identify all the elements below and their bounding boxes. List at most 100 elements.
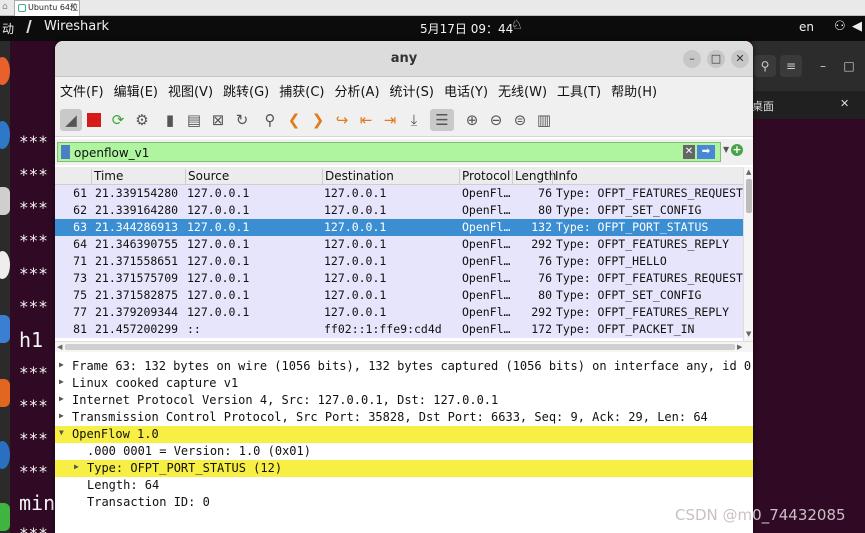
packet-row[interactable]: 75 21.371582875 127.0.0.1 127.0.0.1 OpenFl… 8…: [55, 287, 743, 304]
detail-row-ipv4[interactable]: ▶ Internet Protocol Version 4, Src: 127.…: [55, 392, 753, 409]
detail-row-xid[interactable]: Transaction ID: 0: [55, 494, 753, 511]
volume-icon[interactable]: ◀: [852, 19, 862, 34]
clock[interactable]: 5月17日 09：44: [420, 20, 513, 37]
detail-row-length[interactable]: Length: 64: [55, 477, 753, 494]
close-file-icon[interactable]: ⊠: [208, 109, 228, 131]
col-header-source[interactable]: Source: [185, 169, 322, 185]
expand-icon[interactable]: ▶: [74, 462, 79, 471]
col-header-no[interactable]: [55, 169, 91, 185]
expand-icon[interactable]: ▶: [59, 360, 64, 369]
capture-options-icon[interactable]: ⚙: [132, 109, 152, 131]
activities-button[interactable]: 动: [2, 20, 14, 37]
expand-icon[interactable]: ▶: [59, 411, 64, 420]
software-icon[interactable]: [0, 379, 10, 407]
scrollbar-thumb[interactable]: [746, 179, 752, 213]
scroll-up-icon[interactable]: ▲: [746, 168, 751, 176]
autoscroll-icon[interactable]: ⤓: [404, 109, 424, 131]
app-menu[interactable]: Wireshark: [26, 19, 109, 34]
minimize-button[interactable]: –: [683, 50, 701, 68]
thunderbird-icon[interactable]: [0, 121, 10, 149]
menu-capture[interactable]: 捕获(C): [279, 81, 324, 100]
detail-row-openflow[interactable]: ▼ OpenFlow 1.0: [55, 426, 753, 443]
packet-row[interactable]: 81 21.457200299:: ff02::1:ffe9:cd4d OpenFl……: [55, 321, 743, 338]
packet-row[interactable]: 62 21.339164280 127.0.0.1 127.0.0.1 OpenFl… 8…: [55, 202, 743, 219]
add-filter-button-icon[interactable]: +: [731, 144, 743, 156]
go-to-packet-icon[interactable]: ↪: [332, 109, 352, 131]
menu-icon[interactable]: ≡: [780, 55, 802, 77]
packet-list-vertical-scrollbar[interactable]: ▲ ▼: [743, 167, 753, 341]
menu-file[interactable]: 文件(F): [60, 81, 104, 100]
expand-icon[interactable]: ▶: [59, 377, 64, 386]
first-packet-icon[interactable]: ⇤: [356, 109, 376, 131]
restart-capture-icon[interactable]: ⟳: [108, 109, 128, 131]
scroll-right-icon[interactable]: ▶: [737, 343, 742, 351]
search-icon[interactable]: ⚲: [754, 55, 776, 77]
menu-view[interactable]: 视图(V): [168, 81, 213, 100]
menu-help[interactable]: 帮助(H): [611, 81, 657, 100]
alarm-icon[interactable]: ♘: [511, 18, 523, 33]
display-filter-input[interactable]: [74, 145, 674, 161]
expand-icon[interactable]: ▶: [59, 394, 64, 403]
detail-row-version[interactable]: .000 0001 = Version: 1.0 (0x01): [55, 443, 753, 460]
stop-capture-icon[interactable]: [84, 109, 104, 131]
packet-row[interactable]: 63 21.344286913 127.0.0.1 127.0.0.1 OpenFl… 1…: [55, 219, 743, 236]
scroll-down-icon[interactable]: ▼: [746, 330, 751, 338]
apply-filter-icon[interactable]: ➡: [697, 145, 715, 159]
rhythmbox-icon[interactable]: [0, 251, 10, 279]
menu-tools[interactable]: 工具(T): [557, 81, 601, 100]
menu-wireless[interactable]: 无线(W): [498, 81, 547, 100]
vm-tab-close-icon[interactable]: X: [70, 1, 76, 15]
display-filter-field[interactable]: ✕ ➡: [57, 142, 721, 162]
col-header-time[interactable]: Time: [91, 169, 185, 185]
reload-file-icon[interactable]: ↻: [232, 109, 252, 131]
col-header-info[interactable]: Info: [552, 169, 743, 185]
open-file-icon[interactable]: ▮: [160, 109, 180, 131]
maximize-icon[interactable]: □: [838, 55, 860, 77]
tab-scroll-icon[interactable]: ⌂: [2, 0, 8, 14]
firefox-icon[interactable]: [0, 57, 10, 85]
detail-row-frame[interactable]: ▶ Frame 63: 132 bytes on wire (1056 bits…: [55, 358, 753, 375]
go-forward-icon[interactable]: ❯: [308, 109, 328, 131]
packet-row[interactable]: 71 21.371558651 127.0.0.1 127.0.0.1 OpenFl… 7…: [55, 253, 743, 270]
filter-history-dropdown-icon[interactable]: ▼: [723, 145, 729, 154]
col-header-length[interactable]: Length: [512, 169, 556, 185]
menu-statistics[interactable]: 统计(S): [390, 81, 434, 100]
find-packet-icon[interactable]: ⚲: [260, 109, 280, 131]
menu-edit[interactable]: 编辑(E): [114, 81, 158, 100]
background-tab-close-icon[interactable]: ✕: [840, 97, 849, 110]
start-capture-icon[interactable]: ◢: [60, 109, 82, 131]
packet-row[interactable]: 64 21.346390755 127.0.0.1 127.0.0.1 OpenFl… 2…: [55, 236, 743, 253]
vm-tab[interactable]: Ubuntu 64位 X: [14, 0, 80, 16]
scroll-left-icon[interactable]: ◀: [57, 343, 62, 351]
col-header-destination[interactable]: Destination: [322, 169, 459, 185]
maximize-button[interactable]: □: [707, 50, 725, 68]
zoom-in-icon[interactable]: ⊕: [462, 109, 482, 131]
packet-list-horizontal-scrollbar[interactable]: ◀ ▶: [55, 341, 753, 352]
network-icon[interactable]: ⚇: [834, 19, 846, 34]
last-packet-icon[interactable]: ⇥: [380, 109, 400, 131]
go-back-icon[interactable]: ❮: [284, 109, 304, 131]
filter-bookmark-icon[interactable]: [61, 145, 70, 159]
window-titlebar[interactable]: any – □ ✕: [55, 41, 753, 77]
collapse-icon[interactable]: ▼: [59, 428, 64, 437]
zoom-normal-icon[interactable]: ⊜: [510, 109, 530, 131]
detail-row-type[interactable]: ▶ Type: OFPT_PORT_STATUS (12): [55, 460, 753, 477]
packet-row[interactable]: 61 21.339154280 127.0.0.1 127.0.0.1 OpenFl… 7…: [55, 185, 743, 202]
resize-columns-icon[interactable]: ▥: [534, 109, 554, 131]
wireshark-dock-icon[interactable]: [0, 503, 10, 531]
detail-row-tcp[interactable]: ▶ Transmission Control Protocol, Src Por…: [55, 409, 753, 426]
scrollbar-thumb[interactable]: [65, 344, 735, 350]
menu-go[interactable]: 跳转(G): [223, 81, 269, 100]
close-button[interactable]: ✕: [731, 50, 749, 68]
zoom-out-icon[interactable]: ⊖: [486, 109, 506, 131]
menu-analyze[interactable]: 分析(A): [334, 81, 379, 100]
save-file-icon[interactable]: ▤: [184, 109, 204, 131]
language-indicator[interactable]: en: [799, 20, 814, 34]
detail-row-linux-cooked[interactable]: ▶ Linux cooked capture v1: [55, 375, 753, 392]
files-icon[interactable]: [0, 187, 10, 215]
colorize-icon[interactable]: ☰: [430, 109, 454, 131]
packet-row[interactable]: 73 21.371575709 127.0.0.1 127.0.0.1 OpenFl… 7…: [55, 270, 743, 287]
background-tab[interactable]: 桌面 ✕: [752, 91, 865, 119]
minimize-icon[interactable]: –: [812, 55, 834, 77]
menu-telephony[interactable]: 电话(Y): [444, 81, 488, 100]
